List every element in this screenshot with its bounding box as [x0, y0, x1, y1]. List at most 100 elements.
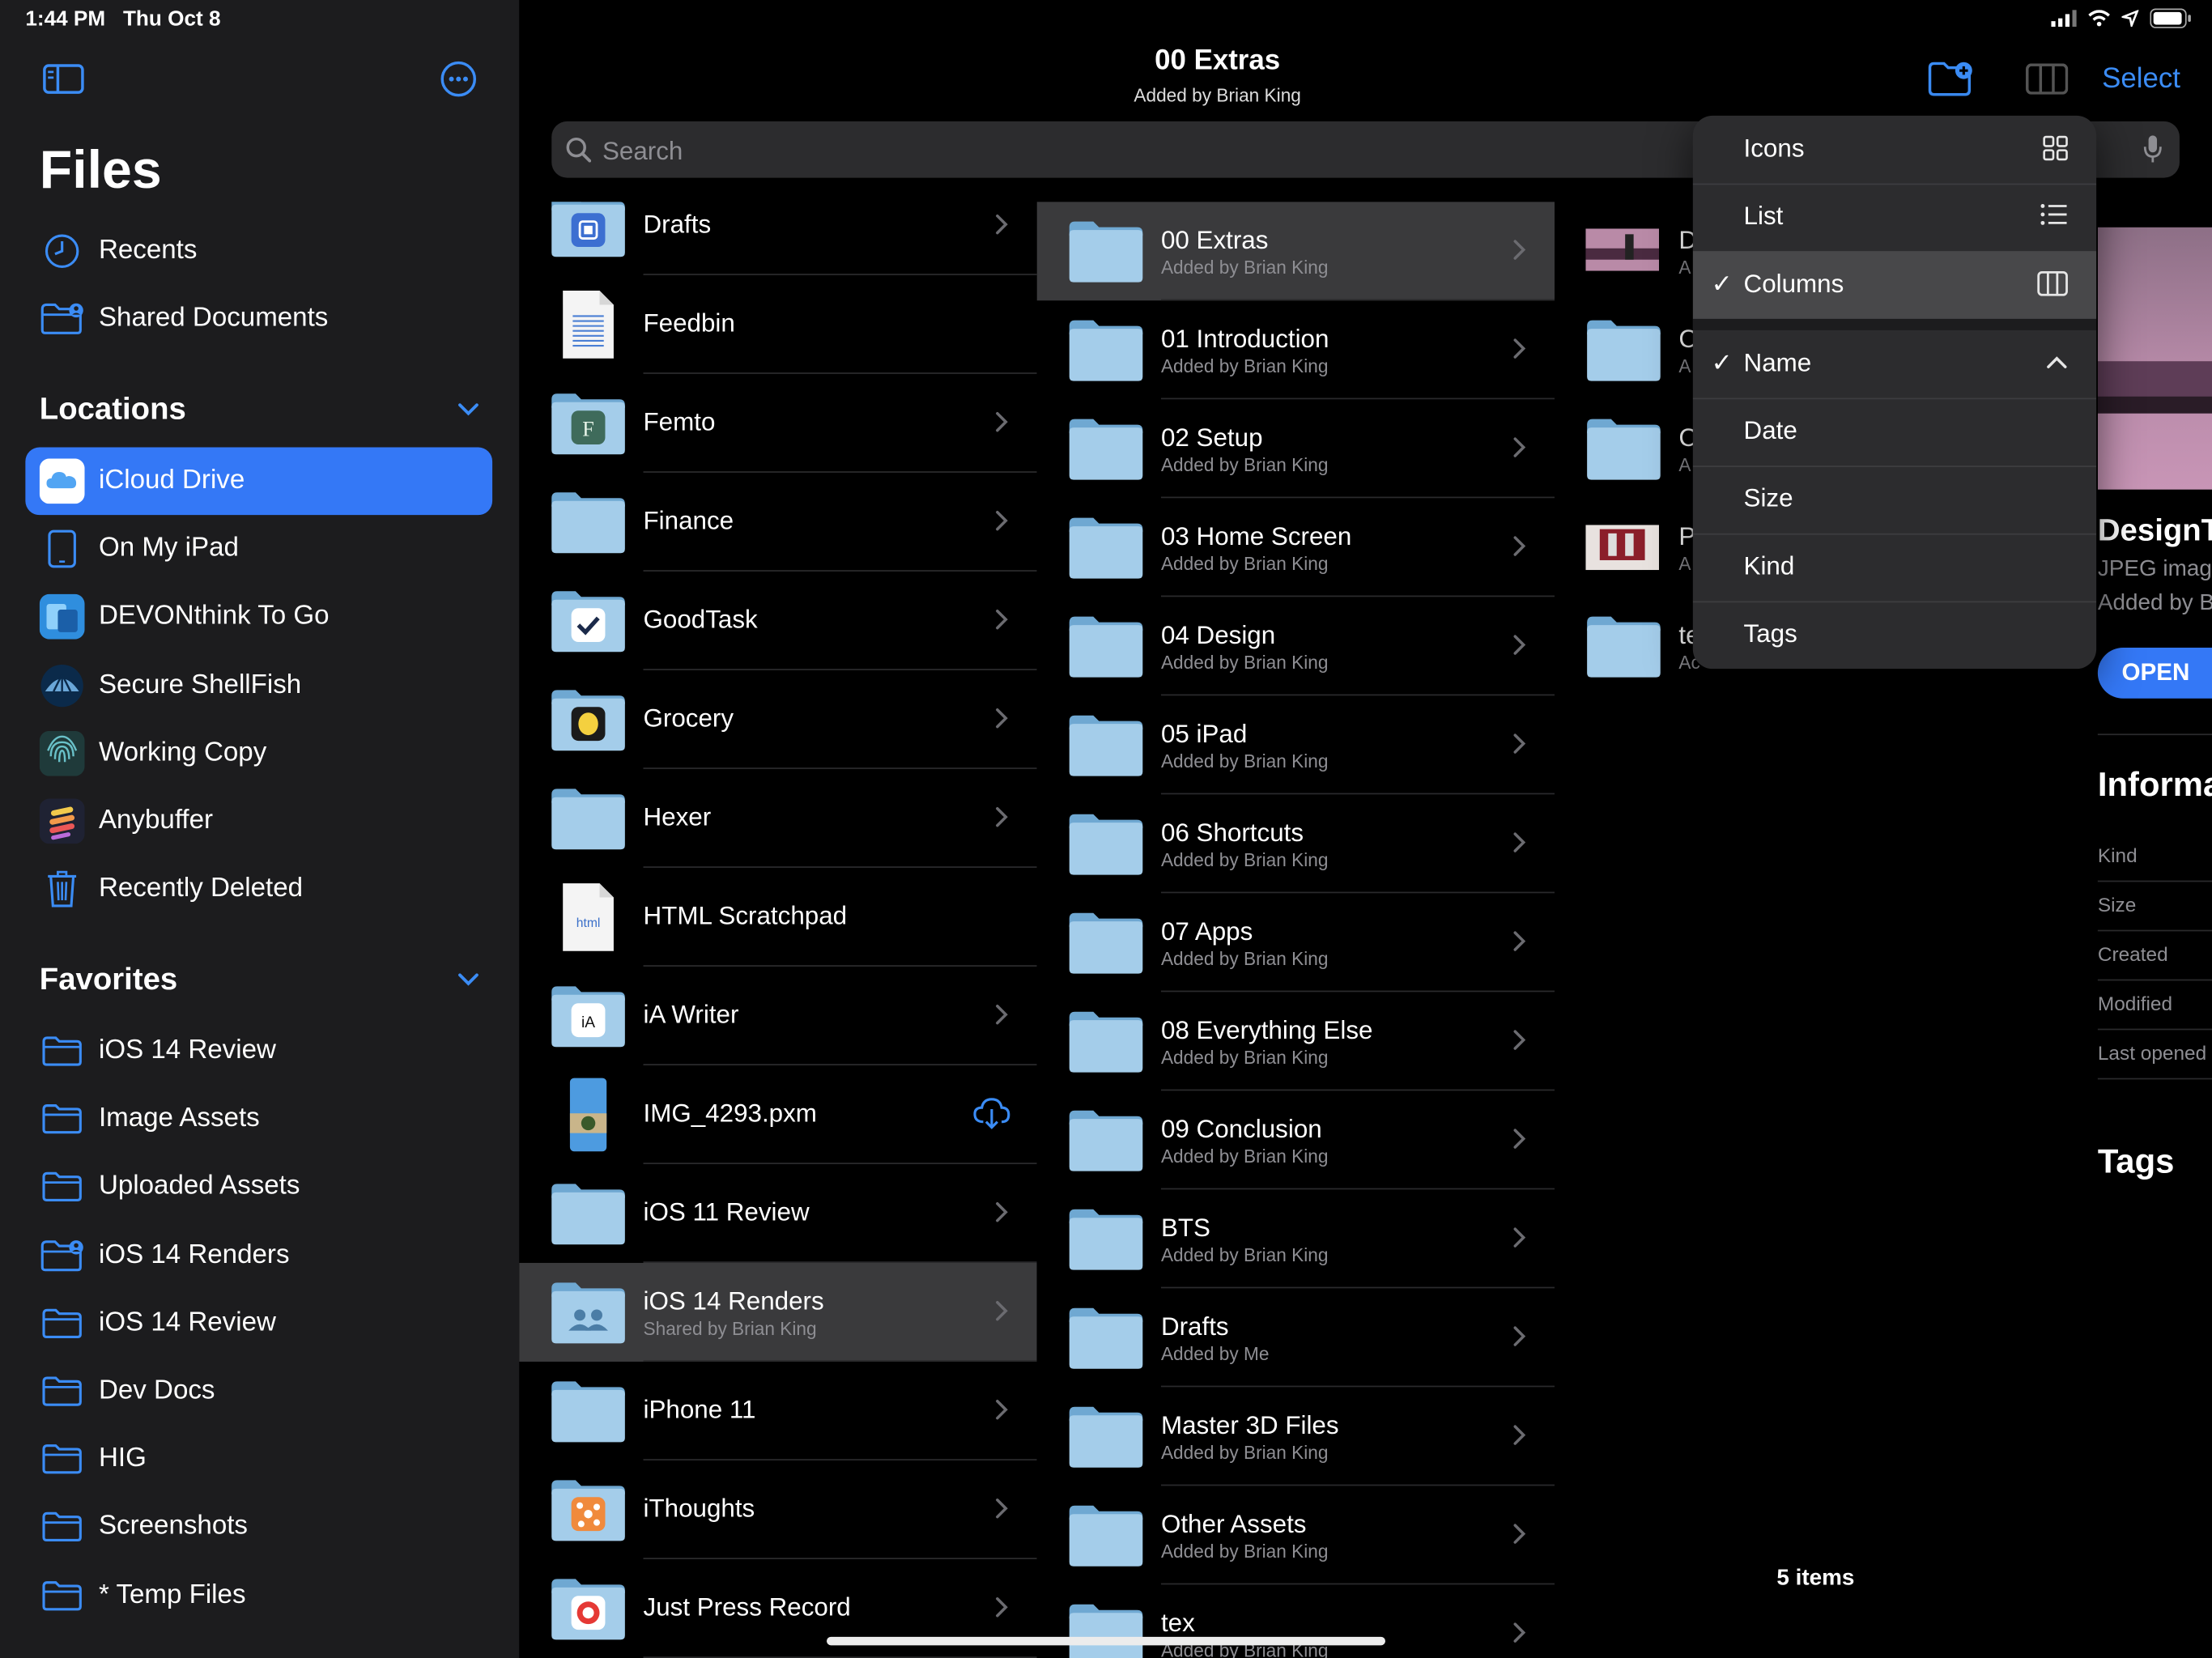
new-folder-icon[interactable] — [1927, 59, 1975, 99]
chevron-right-icon — [994, 806, 1008, 828]
sidebar-item-dev-docs[interactable]: Dev Docs — [25, 1358, 492, 1426]
menu-item-list[interactable]: List — [1693, 184, 2096, 252]
column-icloud-drive: Drafts Feedbin F Femto Finance GoodTask Gr… — [519, 202, 1037, 1658]
menu-item-name[interactable]: ✓ Name — [1693, 330, 2096, 398]
select-button[interactable]: Select — [2102, 63, 2180, 96]
folder-row-03-home-screen[interactable]: 03 Home Screen Added by Brian King — [1037, 498, 1555, 597]
chevron-right-icon — [1512, 1128, 1526, 1150]
file-row-ia-writer[interactable]: iA iA Writer — [519, 967, 1037, 1065]
folder-row-09-conclusion[interactable]: 09 Conclusion Added by Brian King — [1037, 1090, 1555, 1190]
file-row-finance[interactable]: Finance — [519, 473, 1037, 572]
search-input[interactable] — [599, 121, 1593, 181]
chevron-right-icon — [1512, 1622, 1526, 1644]
sidebar-item-on-my-ipad[interactable]: On My iPad — [25, 516, 492, 584]
menu-item-icons[interactable]: Icons — [1693, 116, 2096, 184]
chevron-right-icon — [994, 213, 1008, 236]
file-row-html-scratchpad[interactable]: html HTML Scratchpad — [519, 868, 1037, 967]
sidebar-item-uploaded-assets[interactable]: Uploaded Assets — [25, 1154, 492, 1222]
folder-subtitle: Added by Brian King — [1160, 948, 1329, 970]
favorites-collapse-icon[interactable] — [457, 971, 480, 988]
sidebar-toggle-icon[interactable] — [42, 63, 84, 94]
menu-item-label: Size — [1743, 483, 1793, 512]
folder-row-00-extras[interactable]: 00 Extras Added by Brian King — [1036, 202, 1555, 301]
folder-row-04-design[interactable]: 04 Design Added by Brian King — [1037, 597, 1555, 696]
locations-title[interactable]: Locations — [40, 391, 186, 427]
folder-row-bts[interactable]: BTS Added by Brian King — [1037, 1189, 1555, 1289]
file-row-goodtask[interactable]: GoodTask — [519, 572, 1037, 670]
menu-item-tags[interactable]: Tags — [1693, 602, 2096, 670]
folder-icon — [551, 1576, 627, 1641]
chevron-right-icon — [994, 608, 1008, 631]
file-name: IMG_4293.pxm — [643, 1099, 817, 1128]
folder-row-other-assets[interactable]: Other Assets Added by Brian King — [1037, 1486, 1555, 1585]
file-row-drafts[interactable]: Drafts — [519, 202, 1037, 275]
file-row-img-4293-pxm[interactable]: IMG_4293.pxm — [519, 1065, 1037, 1164]
file-name: Hexer — [643, 802, 712, 831]
cloud-download-icon[interactable] — [972, 1096, 1011, 1130]
folder-row-drafts[interactable]: Drafts Added by Me — [1037, 1288, 1555, 1388]
file-row-hexer[interactable]: Hexer — [519, 769, 1037, 868]
sidebar-item-hig[interactable]: HIG — [25, 1426, 492, 1494]
locations-collapse-icon[interactable] — [457, 401, 480, 418]
microphone-icon[interactable] — [2143, 134, 2163, 165]
document-icon: html — [560, 881, 636, 951]
sidebar-item-ios-14-review[interactable]: iOS 14 Review — [25, 1290, 492, 1358]
file-row-ios-11-review[interactable]: iOS 11 Review — [519, 1164, 1037, 1263]
menu-item-columns[interactable]: ✓ Columns — [1692, 251, 2097, 319]
sidebar-item-ios-14-renders[interactable]: iOS 14 Renders — [25, 1222, 492, 1290]
file-row-ios-14-renders[interactable]: iOS 14 Renders Shared by Brian King — [519, 1262, 1037, 1362]
folder-name: Drafts — [1160, 1312, 1229, 1341]
svg-text:html: html — [576, 916, 601, 930]
folder-row-01-introduction[interactable]: 01 Introduction Added by Brian King — [1037, 300, 1555, 400]
folder-row-master-3d-files[interactable]: Master 3D Files Added by Brian King — [1037, 1387, 1555, 1486]
menu-item-label: List — [1743, 202, 1784, 231]
folder-row-07-apps[interactable]: 07 Apps Added by Brian King — [1037, 893, 1555, 993]
folder-name: BTS — [1160, 1213, 1210, 1242]
sidebar-item-ios-14-review[interactable]: iOS 14 Review — [25, 1018, 492, 1086]
sidebar-item-recents[interactable]: Recents — [25, 217, 492, 285]
sidebar-item-recently-deleted[interactable]: Recently Deleted — [25, 856, 492, 924]
sidebar-item-image-assets[interactable]: Image Assets — [25, 1086, 492, 1154]
file-row-grocery[interactable]: Grocery — [519, 670, 1037, 769]
file-name: iThoughts — [643, 1494, 755, 1523]
folder-icon — [1068, 1601, 1144, 1658]
file-row-iphone-11[interactable]: iPhone 11 — [519, 1362, 1037, 1460]
folder-icon — [1068, 712, 1144, 777]
folder-icon — [551, 1477, 627, 1542]
sidebar-item-working-copy[interactable]: Working Copy — [25, 720, 492, 788]
folder-subtitle: Added by Me — [1160, 1343, 1270, 1365]
preview-image — [2097, 227, 2212, 490]
view-options-icon[interactable] — [2026, 63, 2069, 95]
file-row-femto[interactable]: F Femto — [519, 374, 1037, 473]
folder-row-tex[interactable]: tex Added by Brian King — [1037, 1584, 1555, 1658]
sidebar-item-devonthink-to-go[interactable]: DEVONthink To Go — [25, 584, 492, 652]
folder-row-08-everything-else[interactable]: 08 Everything Else Added by Brian King — [1037, 992, 1555, 1091]
sidebar-item-secure-shellfish[interactable]: Secure ShellFish — [25, 652, 492, 720]
sidebar-item-anybuffer[interactable]: Anybuffer — [25, 788, 492, 856]
sidebar-item-screenshots[interactable]: Screenshots — [25, 1494, 492, 1562]
more-options-icon[interactable] — [440, 61, 477, 97]
favorites-title[interactable]: Favorites — [40, 961, 177, 997]
menu-item-label: Tags — [1743, 619, 1797, 648]
checkmark-icon: ✓ — [1711, 348, 1733, 377]
sidebar-item-temp-files[interactable]: * Temp Files — [25, 1562, 492, 1630]
sidebar-item-icloud-drive[interactable]: iCloud Drive — [25, 447, 493, 516]
icloud-icon — [25, 458, 99, 504]
file-name: Feedbin — [643, 308, 735, 338]
folder-icon — [1585, 317, 1661, 382]
open-button[interactable]: OPEN — [2097, 648, 2212, 699]
menu-item-kind[interactable]: Kind — [1693, 534, 2096, 602]
folder-subtitle: Added by Brian King — [1160, 849, 1329, 871]
folder-row-02-setup[interactable]: 02 Setup Added by Brian King — [1037, 399, 1555, 499]
file-row-ithoughts[interactable]: iThoughts — [519, 1460, 1037, 1559]
menu-item-size[interactable]: Size — [1693, 466, 2096, 534]
info-row-divider — [2097, 880, 2212, 882]
folder-row-05-ipad[interactable]: 05 iPad Added by Brian King — [1037, 695, 1555, 795]
sidebar-item-shared-documents[interactable]: Shared Documents — [25, 285, 492, 353]
chevron-right-icon — [1512, 1424, 1526, 1447]
status-clock: 1:44 PM — [25, 6, 106, 32]
image-thumbnail — [1585, 228, 1661, 271]
menu-item-date[interactable]: Date — [1693, 398, 2096, 466]
folder-row-06-shortcuts[interactable]: 06 Shortcuts Added by Brian King — [1037, 794, 1555, 894]
file-row-feedbin[interactable]: Feedbin — [519, 275, 1037, 374]
